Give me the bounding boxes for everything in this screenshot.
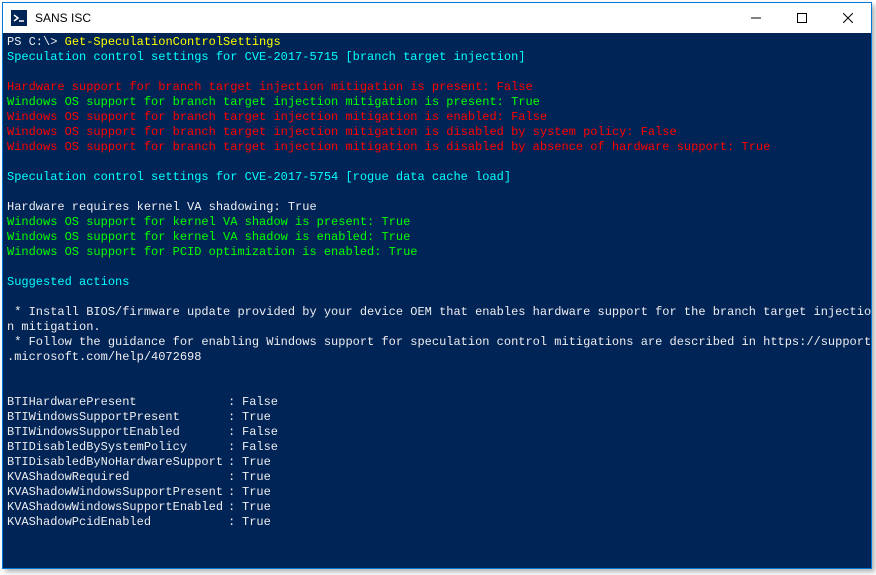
summary-key: BTIDisabledByNoHardwareSupport: [7, 455, 228, 470]
terminal-content[interactable]: PS C:\> Get-SpeculationControlSettings S…: [3, 33, 871, 568]
summary-row: BTIWindowsSupportPresent:True: [7, 410, 867, 425]
output-line: Windows OS support for branch target inj…: [7, 95, 540, 109]
summary-table: BTIHardwarePresent:FalseBTIWindowsSuppor…: [7, 395, 867, 530]
window-title: SANS ISC: [35, 11, 733, 25]
summary-value: True: [242, 410, 271, 425]
suggested-actions-header: Suggested actions: [7, 275, 129, 289]
section-header-1: Speculation control settings for CVE-201…: [7, 50, 525, 64]
summary-row: KVAShadowWindowsSupportPresent:True: [7, 485, 867, 500]
output-line: Windows OS support for branch target inj…: [7, 110, 547, 124]
suggested-action-1: * Install BIOS/firmware update provided …: [7, 305, 871, 334]
summary-row: BTIDisabledByNoHardwareSupport:True: [7, 455, 867, 470]
suggested-action-2: * Follow the guidance for enabling Windo…: [7, 335, 871, 364]
summary-row: BTIWindowsSupportEnabled:False: [7, 425, 867, 440]
powershell-window: SANS ISC PS C:\> Get-SpeculationControlS…: [2, 2, 872, 569]
summary-row: BTIDisabledBySystemPolicy:False: [7, 440, 867, 455]
output-line: Windows OS support for kernel VA shadow …: [7, 215, 410, 229]
maximize-button[interactable]: [779, 3, 825, 33]
output-line: Hardware support for branch target injec…: [7, 80, 533, 94]
summary-value: True: [242, 500, 271, 515]
output-line: Windows OS support for kernel VA shadow …: [7, 230, 410, 244]
summary-key: BTIWindowsSupportEnabled: [7, 425, 228, 440]
summary-key: KVAShadowWindowsSupportPresent: [7, 485, 228, 500]
section-2-output: Hardware requires kernel VA shadowing: T…: [7, 200, 867, 260]
summary-key: BTIDisabledBySystemPolicy: [7, 440, 228, 455]
summary-value: False: [242, 425, 278, 440]
summary-row: BTIHardwarePresent:False: [7, 395, 867, 410]
summary-row: KVAShadowWindowsSupportEnabled:True: [7, 500, 867, 515]
output-line: Windows OS support for PCID optimization…: [7, 245, 417, 259]
summary-row: KVAShadowPcidEnabled:True: [7, 515, 867, 530]
summary-row: KVAShadowRequired:True: [7, 470, 867, 485]
titlebar-buttons: [733, 3, 871, 33]
summary-value: True: [242, 515, 271, 530]
output-line: Windows OS support for branch target inj…: [7, 125, 677, 139]
summary-key: BTIWindowsSupportPresent: [7, 410, 228, 425]
close-button[interactable]: [825, 3, 871, 33]
summary-value: True: [242, 455, 271, 470]
prompt: PS C:\>: [7, 35, 57, 49]
summary-value: True: [242, 470, 271, 485]
command: Get-SpeculationControlSettings: [65, 35, 281, 49]
minimize-button[interactable]: [733, 3, 779, 33]
summary-key: KVAShadowPcidEnabled: [7, 515, 228, 530]
summary-key: BTIHardwarePresent: [7, 395, 228, 410]
summary-value: False: [242, 395, 278, 410]
summary-value: True: [242, 485, 271, 500]
app-icon: [11, 10, 27, 26]
output-line: Windows OS support for branch target inj…: [7, 140, 770, 154]
summary-value: False: [242, 440, 278, 455]
summary-key: KVAShadowWindowsSupportEnabled: [7, 500, 228, 515]
titlebar[interactable]: SANS ISC: [3, 3, 871, 33]
section-header-2: Speculation control settings for CVE-201…: [7, 170, 511, 184]
summary-key: KVAShadowRequired: [7, 470, 228, 485]
output-line: Hardware requires kernel VA shadowing: T…: [7, 200, 317, 214]
section-1-output: Hardware support for branch target injec…: [7, 80, 867, 155]
